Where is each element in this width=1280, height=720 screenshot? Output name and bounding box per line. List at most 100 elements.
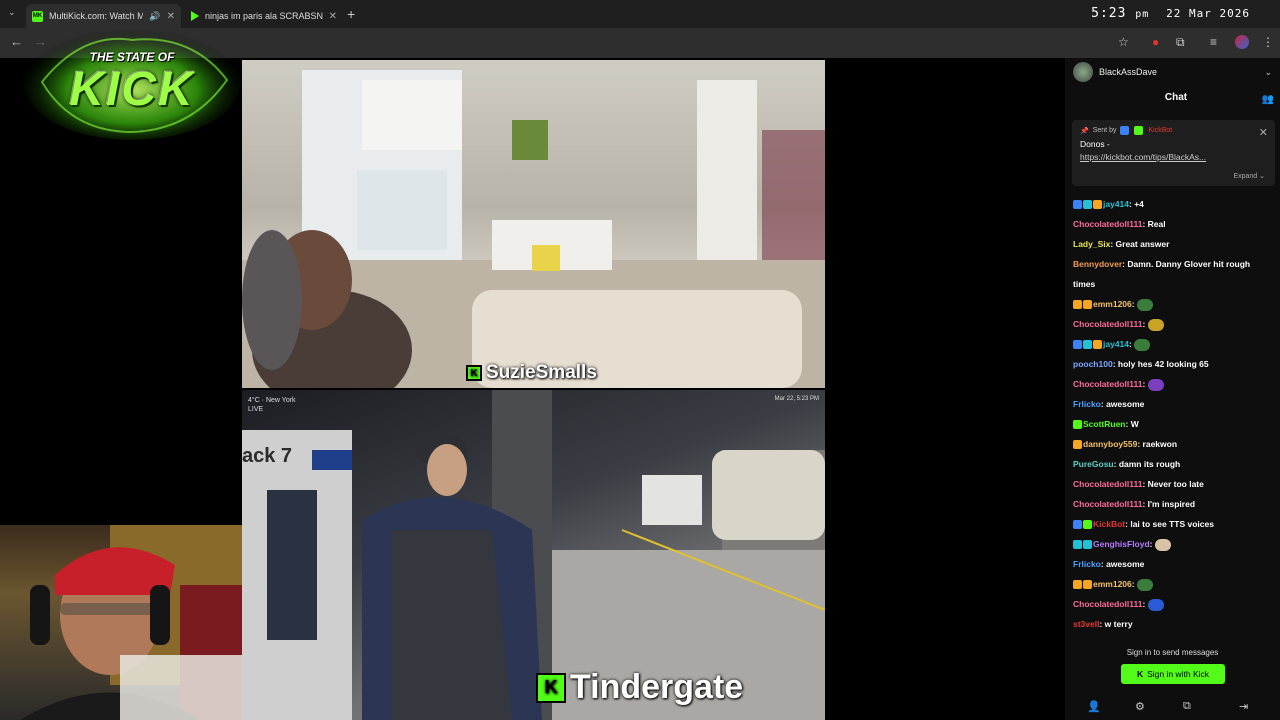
chat-message: Chocolatedoll111:: [1073, 594, 1273, 614]
users-icon[interactable]: 👥: [1262, 94, 1274, 105]
badge-icon: [1073, 520, 1082, 530]
gear-icon[interactable]: ⚙: [1135, 700, 1145, 713]
chat-username[interactable]: jay414: [1103, 339, 1129, 349]
badge-icon: [1083, 340, 1092, 350]
signin-button[interactable]: K Sign in with Kick: [1121, 664, 1225, 684]
chat-message: Frlicko: awesome: [1073, 554, 1273, 574]
expand-button[interactable]: Expand ⌄: [1233, 172, 1265, 180]
badge-icon: [1120, 126, 1130, 135]
pinned-sender[interactable]: KickBot: [1148, 127, 1172, 134]
badge-icon: [1083, 580, 1092, 590]
streamer-name: Tindergate: [570, 668, 744, 706]
chat-username[interactable]: GenghisFloyd: [1093, 539, 1150, 549]
new-tab-button[interactable]: +: [347, 6, 355, 22]
profile-avatar[interactable]: [1235, 35, 1249, 49]
chat-message: Bennydover: Damn. Danny Glover hit rough…: [1073, 254, 1273, 294]
streamer-name-tag: K SuzieSmalls: [466, 362, 597, 384]
chat-username[interactable]: Chocolatedoll111: [1073, 319, 1142, 329]
chat-header: BlackAssDave ⌄: [1065, 58, 1280, 86]
chat-username[interactable]: jay414: [1103, 199, 1129, 209]
chat-username[interactable]: Bennydover: [1073, 259, 1122, 269]
badge-icon: [1093, 340, 1102, 350]
audio-icon[interactable]: 🔊: [149, 11, 160, 22]
chat-toolbar: 👤 ⚙ ⧉ ⇥: [1065, 698, 1280, 718]
chat-message: jay414:: [1073, 334, 1273, 354]
chat-message: emm1206:: [1073, 574, 1273, 594]
chat-username[interactable]: Lady_Six: [1073, 239, 1110, 249]
chat-username[interactable]: Chocolatedoll111: [1073, 219, 1142, 229]
tab-search-chevron-icon[interactable]: ⌄: [8, 7, 16, 18]
chat-username[interactable]: KickBot: [1093, 519, 1125, 529]
close-tab-icon[interactable]: ✕: [329, 11, 337, 22]
channel-name[interactable]: BlackAssDave: [1099, 67, 1258, 77]
chat-message: st3vell: w terry: [1073, 614, 1273, 634]
state-of-kick-logo: THE STATE OF KICK: [22, 22, 242, 142]
chat-message: Chocolatedoll111:: [1073, 374, 1273, 394]
pinned-body: Donos -: [1080, 139, 1110, 149]
popout-icon[interactable]: ⧉: [1183, 700, 1191, 713]
chat-username[interactable]: pooch100: [1073, 359, 1113, 369]
chat-username[interactable]: emm1206: [1093, 299, 1132, 309]
chat-username[interactable]: Chocolatedoll111: [1073, 599, 1142, 609]
badge-icon: [1073, 580, 1082, 590]
kick-logo-icon: K: [466, 365, 482, 381]
stream-video-bottom[interactable]: 4°C · New York LIVE Mar 22, 5:23 PM ack …: [242, 390, 825, 720]
chat-message: Chocolatedoll111:: [1073, 314, 1273, 334]
chevron-down-icon[interactable]: ⌄: [1264, 67, 1272, 78]
add-user-icon[interactable]: 👤: [1087, 700, 1101, 713]
bookmark-star-icon[interactable]: ☆: [1118, 35, 1129, 49]
overlay-location: 4°C · New York LIVE: [248, 397, 296, 413]
badge-icon: [1073, 420, 1082, 430]
pinned-sender-line: 📌 Sent by KickBot: [1080, 126, 1267, 135]
chat-text: raekwon: [1142, 439, 1178, 449]
menu-icon[interactable]: ⋮: [1262, 35, 1274, 49]
streamer-name-tag: K Tindergate: [536, 668, 743, 707]
chat-username[interactable]: Chocolatedoll111: [1073, 479, 1142, 489]
chat-username[interactable]: Chocolatedoll111: [1073, 499, 1142, 509]
chat-username[interactable]: dannyboy559: [1083, 439, 1137, 449]
clock-ampm: pm: [1135, 9, 1150, 20]
streamer-name: SuzieSmalls: [486, 362, 597, 383]
separator: :: [1142, 379, 1148, 389]
chat-message: KickBot: lai to see TTS voices: [1073, 514, 1273, 534]
badge-icon: [1083, 200, 1092, 210]
avatar[interactable]: [1073, 62, 1093, 82]
chat-message: pooch100: holy hes 42 looking 65: [1073, 354, 1273, 374]
emote-icon: [1136, 578, 1153, 591]
chat-username[interactable]: Chocolatedoll111: [1073, 379, 1142, 389]
overlay-timestamp: Mar 22, 5:23 PM: [774, 396, 819, 402]
badge-icon: [1083, 540, 1092, 550]
stream-video-top[interactable]: K SuzieSmalls: [242, 60, 825, 388]
chat-username[interactable]: Frlicko: [1073, 559, 1101, 569]
webcam-scene: [20, 525, 242, 720]
badge-icon: [1134, 126, 1144, 135]
chat-username[interactable]: PureGosu: [1073, 459, 1114, 469]
pinned-link[interactable]: https://kickbot.com/tips/BlackAs...: [1080, 152, 1267, 162]
pinned-sent-by: Sent by: [1092, 127, 1117, 134]
media-icon[interactable]: ≡: [1210, 35, 1217, 49]
collapse-chat-icon[interactable]: ⇥: [1239, 700, 1248, 713]
chat-username[interactable]: emm1206: [1093, 579, 1132, 589]
chat-message: emm1206:: [1073, 294, 1273, 314]
close-tab-icon[interactable]: ✕: [167, 11, 175, 22]
extensions-puzzle-icon[interactable]: ⧉: [1176, 35, 1185, 50]
tab-title: MultiKick.com: Watch Multi: [49, 11, 144, 21]
chat-username[interactable]: st3vell: [1073, 619, 1099, 629]
kick-logo-icon: K: [1136, 669, 1144, 679]
separator: :: [1142, 319, 1148, 329]
chat-text: Real: [1147, 219, 1166, 229]
chat-username[interactable]: ScottRuen: [1083, 419, 1126, 429]
close-icon[interactable]: ✕: [1259, 126, 1268, 139]
badge-icon: [1093, 200, 1102, 210]
emote-icon: [1154, 538, 1171, 551]
chat-messages: jay414: +4 Chocolatedoll111: Real Lady_Six…: [1073, 194, 1273, 634]
chat-message: GenghisFloyd:: [1073, 534, 1273, 554]
extension-icon[interactable]: ●: [1152, 35, 1159, 49]
emote-icon: [1147, 598, 1164, 611]
chat-message: Chocolatedoll111: I'm inspired: [1073, 494, 1273, 514]
emote-icon: [1147, 378, 1164, 391]
signin-prompt: Sign in to send messages: [1126, 648, 1219, 657]
chat-username[interactable]: Frlicko: [1073, 399, 1101, 409]
chat-text: w terry: [1104, 619, 1133, 629]
chat-text: awesome: [1106, 559, 1145, 569]
